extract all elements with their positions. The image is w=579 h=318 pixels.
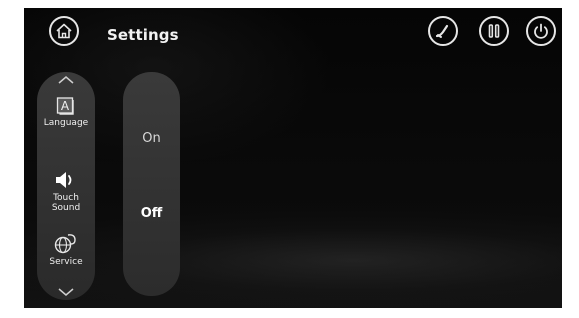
menu-item-service[interactable]: Service [37,232,95,267]
menu-item-touch-sound[interactable]: Touch Sound [37,170,95,213]
home-button[interactable] [49,16,79,46]
recline-button[interactable] [428,16,458,46]
chevron-down-icon[interactable] [57,287,75,297]
pause-icon [488,24,500,38]
power-icon [534,23,548,39]
side-menu: A Language Touch Sound Service [37,72,95,300]
menu-item-language[interactable]: A Language [37,96,95,128]
service-icon [54,234,76,254]
option-panel [123,72,180,296]
menu-label-language: Language [43,118,89,128]
chevron-up-icon[interactable] [57,75,75,85]
pause-button[interactable] [479,16,509,46]
option-off[interactable]: Off [123,206,180,221]
menu-label-service: Service [49,257,83,267]
page-title: Settings [107,26,179,44]
settings-screen: Settings A Language Touch Sound Service … [24,8,562,308]
recline-icon [435,24,449,38]
language-icon: A [56,97,74,115]
home-icon [56,23,72,39]
speaker-icon [56,172,72,188]
svg-text:A: A [61,99,70,113]
option-on[interactable]: On [123,131,180,146]
menu-label-touch-sound: Touch Sound [51,193,81,213]
power-button[interactable] [526,16,556,46]
